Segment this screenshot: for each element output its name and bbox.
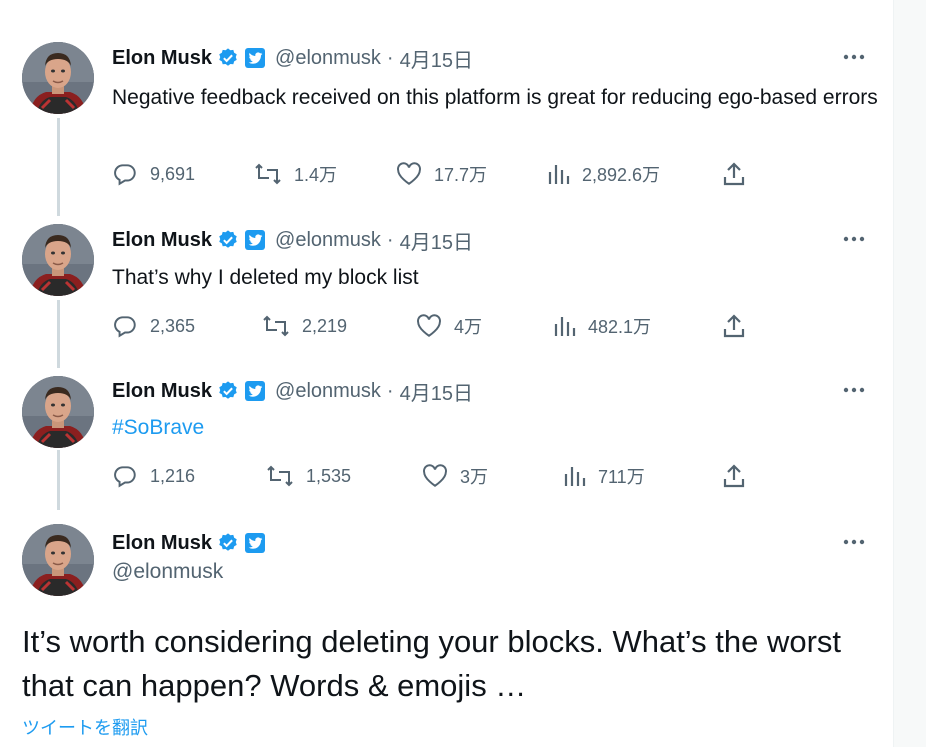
translate-tweet-link[interactable]: ツイートを翻訳: [22, 714, 148, 740]
reply-count: 2,365: [150, 315, 196, 336]
views-chart-icon: [554, 315, 576, 337]
author-handle[interactable]: @elonmusk: [275, 229, 381, 252]
views-button[interactable]: 711万: [564, 462, 645, 490]
verified-badge-icon: [217, 532, 239, 554]
reply-button[interactable]: 9,691: [112, 160, 195, 188]
tweet-date[interactable]: 4月15日: [400, 377, 473, 406]
twitter-bird-icon: [245, 230, 266, 250]
share-button[interactable]: [722, 160, 746, 188]
retweet-count: 1,535: [306, 465, 352, 486]
like-button[interactable]: 3万: [422, 462, 488, 490]
reply-button[interactable]: 1,216: [112, 462, 195, 490]
reply-icon: [112, 313, 138, 339]
share-icon: [722, 463, 746, 489]
tweet[interactable]: Elon Musk @elonmusk · 4月15日 Negative fee…: [0, 0, 894, 216]
more-dots-icon[interactable]: [840, 380, 868, 400]
right-scroll-rail: [893, 0, 926, 747]
main-tweet[interactable]: Elon Musk @elonmusk It’s worth consideri…: [0, 516, 894, 747]
verified-badge-icon: [217, 380, 239, 402]
retweet-count: 1.4万: [294, 165, 338, 185]
views-button[interactable]: 2,892.6万: [548, 160, 660, 188]
tweet-date[interactable]: 4月15日: [400, 44, 473, 73]
author-handle[interactable]: @elonmusk: [275, 380, 381, 403]
author-name[interactable]: Elon Musk: [112, 532, 212, 555]
separator-dot: ·: [386, 379, 394, 402]
views-count: 482.1万: [588, 317, 652, 337]
tweet-text: That’s why I deleted my block list: [112, 266, 419, 289]
retweet-button[interactable]: 1.4万: [254, 160, 337, 188]
author-name[interactable]: Elon Musk: [112, 380, 212, 403]
views-chart-icon: [548, 163, 570, 185]
reply-count: 1,216: [150, 465, 196, 486]
share-button[interactable]: [722, 312, 746, 340]
heart-icon: [416, 314, 442, 338]
separator-dot: ·: [386, 46, 394, 69]
views-button[interactable]: 482.1万: [554, 312, 651, 340]
avatar[interactable]: [22, 524, 94, 596]
tweet-actions: 1,216 1,535 3万 711万: [112, 462, 762, 490]
tweet-date[interactable]: 4月15日: [400, 226, 473, 255]
like-button[interactable]: 4万: [416, 312, 482, 340]
avatar[interactable]: [22, 42, 94, 114]
retweet-icon: [262, 314, 290, 338]
main-tweet-text: It’s worth considering deleting your blo…: [22, 624, 842, 703]
share-icon: [722, 313, 746, 339]
retweet-icon: [254, 162, 282, 186]
reply-icon: [112, 161, 138, 187]
more-dots-icon[interactable]: [840, 47, 868, 67]
twitter-bird-icon: [245, 533, 266, 553]
tweet[interactable]: Elon Musk @elonmusk · 4月15日 #SoBrave 1,2…: [0, 368, 894, 510]
tweet-text: Negative feedback received on this platf…: [112, 86, 878, 109]
twitter-bird-icon: [245, 381, 266, 401]
avatar[interactable]: [22, 376, 94, 448]
like-count: 3万: [460, 467, 489, 487]
more-dots-icon[interactable]: [840, 532, 868, 552]
author-name[interactable]: Elon Musk: [112, 47, 212, 70]
share-button[interactable]: [722, 462, 746, 490]
retweet-button[interactable]: 1,535: [266, 462, 351, 490]
like-count: 17.7万: [434, 165, 488, 185]
more-dots-icon[interactable]: [840, 229, 868, 249]
author-handle[interactable]: @elonmusk: [275, 47, 381, 70]
views-count: 711万: [598, 467, 645, 487]
author-handle[interactable]: @elonmusk: [112, 560, 223, 584]
tweet-header: Elon Musk @elonmusk · 4月15日: [112, 226, 473, 255]
tweet-header: Elon Musk @elonmusk · 4月15日: [112, 44, 473, 73]
tweet-actions: 9,691 1.4万 17.7万 2,892.6万: [112, 160, 762, 188]
reply-count: 9,691: [150, 163, 196, 184]
retweet-count: 2,219: [302, 315, 348, 336]
retweet-icon: [266, 464, 294, 488]
like-count: 4万: [454, 317, 483, 337]
verified-badge-icon: [217, 47, 239, 69]
retweet-button[interactable]: 2,219: [262, 312, 347, 340]
views-chart-icon: [564, 465, 586, 487]
heart-icon: [396, 162, 422, 186]
verified-badge-icon: [217, 229, 239, 251]
twitter-bird-icon: [245, 48, 266, 68]
heart-icon: [422, 464, 448, 488]
views-count: 2,892.6万: [582, 165, 661, 185]
separator-dot: ·: [386, 228, 394, 251]
reply-button[interactable]: 2,365: [112, 312, 195, 340]
author-name[interactable]: Elon Musk: [112, 229, 212, 252]
reply-icon: [112, 463, 138, 489]
like-button[interactable]: 17.7万: [396, 160, 487, 188]
tweet-header: Elon Musk @elonmusk · 4月15日: [112, 377, 473, 406]
tweet[interactable]: Elon Musk @elonmusk · 4月15日 That’s why I…: [0, 216, 894, 366]
tweet-header: Elon Musk: [112, 530, 266, 556]
hashtag-link[interactable]: #SoBrave: [112, 412, 882, 443]
avatar[interactable]: [22, 224, 94, 296]
tweet-actions: 2,365 2,219 4万 482.1万: [112, 312, 762, 340]
share-icon: [722, 161, 746, 187]
